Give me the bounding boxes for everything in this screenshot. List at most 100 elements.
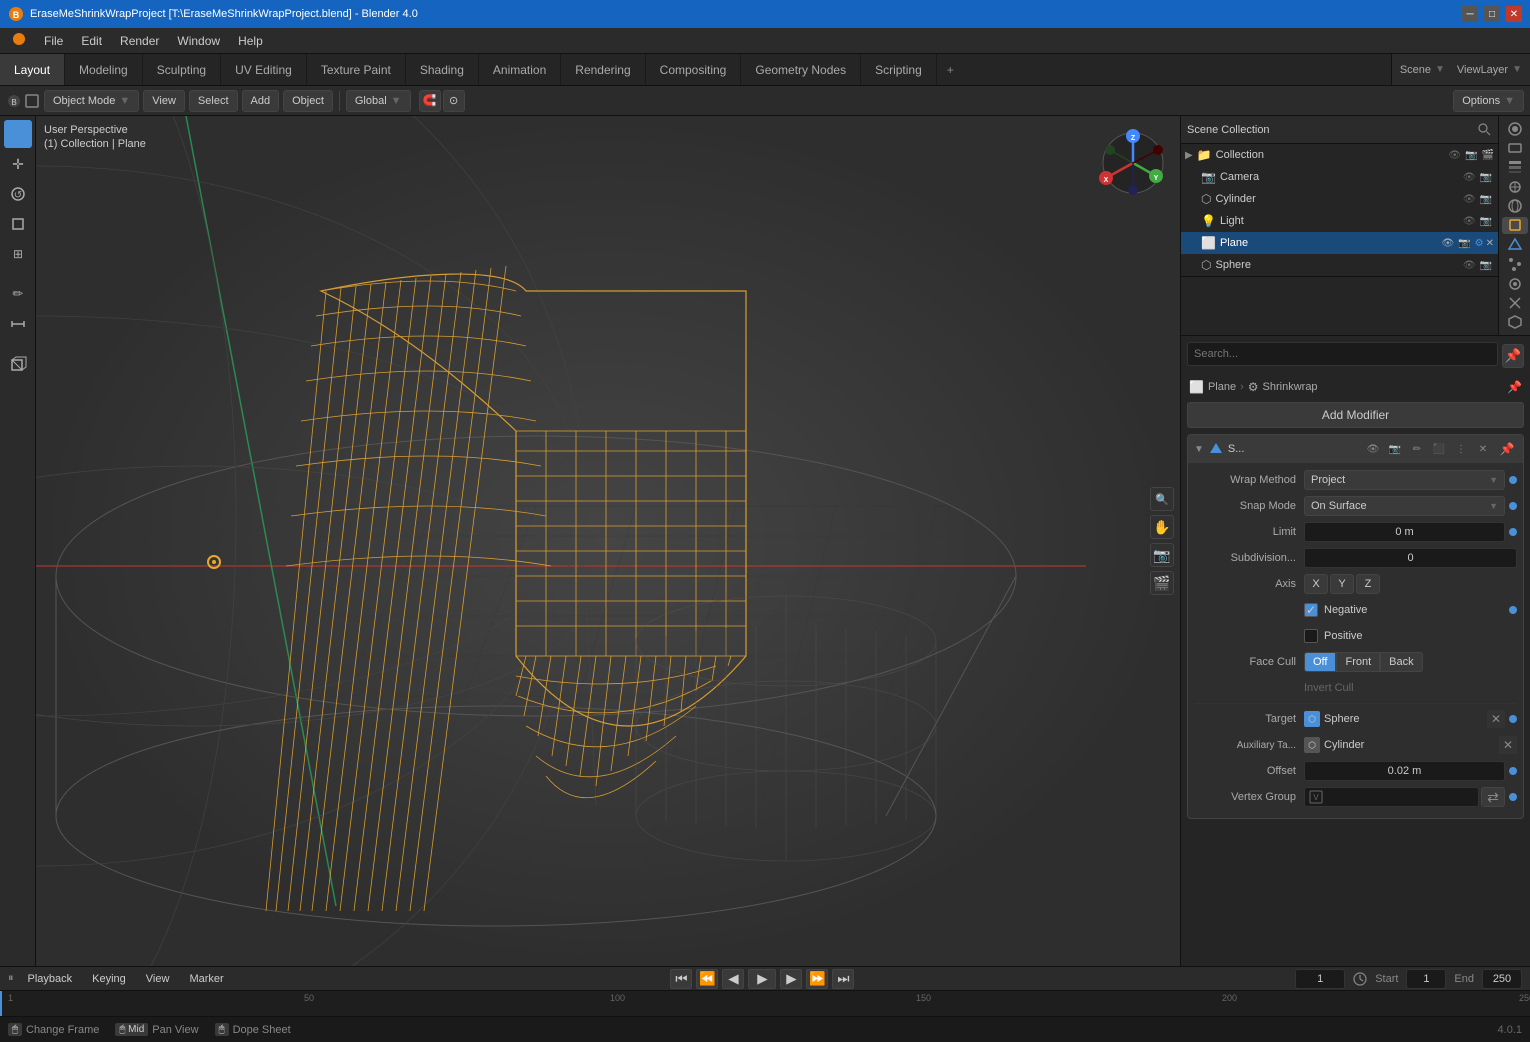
- proportional-edit-icon[interactable]: ⊙: [443, 90, 465, 112]
- zoom-in-icon[interactable]: 🔍: [1150, 487, 1174, 511]
- tab-scripting[interactable]: Scripting: [861, 54, 937, 85]
- axis-y-button[interactable]: Y: [1330, 574, 1354, 594]
- modifier-realtime-icon[interactable]: 👁: [1363, 439, 1383, 459]
- viewport[interactable]: User Perspective (1) Collection | Plane …: [36, 116, 1180, 966]
- playback-button[interactable]: Playback: [22, 971, 79, 987]
- scene-selector[interactable]: Scene: [1400, 64, 1431, 76]
- view-button[interactable]: View: [143, 90, 185, 112]
- outliner-camera[interactable]: 📷 Camera 👁 📷: [1181, 166, 1498, 188]
- modifier-pin-icon[interactable]: 📌: [1497, 439, 1517, 459]
- end-frame-field[interactable]: 250: [1482, 969, 1522, 989]
- tab-rendering[interactable]: Rendering: [561, 54, 645, 85]
- axis-x-button[interactable]: X: [1304, 574, 1328, 594]
- annotate-tool[interactable]: ✏: [4, 280, 32, 308]
- face-cull-back-button[interactable]: Back: [1380, 652, 1422, 672]
- view-layer-props-icon[interactable]: [1502, 159, 1528, 176]
- render-icon[interactable]: 🎬: [1150, 571, 1174, 595]
- add-button[interactable]: Add: [242, 90, 280, 112]
- target-clear-button[interactable]: ✕: [1487, 710, 1505, 728]
- prev-keyframe-button[interactable]: ⏪: [696, 969, 718, 989]
- limit-field[interactable]: 0 m: [1304, 522, 1505, 542]
- output-props-icon[interactable]: [1502, 139, 1528, 156]
- view-button-timeline[interactable]: View: [140, 971, 176, 987]
- snap-mode-dropdown[interactable]: On Surface ▼: [1304, 496, 1505, 516]
- limit-pin[interactable]: [1509, 528, 1517, 536]
- render-props-icon[interactable]: [1502, 120, 1528, 137]
- tab-shading[interactable]: Shading: [406, 54, 479, 85]
- keying-button[interactable]: Keying: [86, 971, 132, 987]
- outliner-collection[interactable]: ▶ 📁 Collection 👁 📷 🎬: [1181, 144, 1498, 166]
- vertex-group-flip-button[interactable]: ⇄: [1481, 787, 1505, 807]
- wrap-method-pin[interactable]: [1509, 476, 1517, 484]
- object-mode-button[interactable]: Object Mode ▼: [44, 90, 139, 112]
- subdivision-field[interactable]: 0: [1304, 548, 1517, 568]
- tab-animation[interactable]: Animation: [479, 54, 561, 85]
- next-frame-button[interactable]: ▶: [780, 969, 802, 989]
- prev-frame-button[interactable]: ◀: [722, 969, 744, 989]
- face-cull-front-button[interactable]: Front: [1336, 652, 1380, 672]
- view-layer-selector[interactable]: ViewLayer: [1457, 64, 1508, 76]
- tab-modeling[interactable]: Modeling: [65, 54, 143, 85]
- camera-icon[interactable]: 📷: [1150, 543, 1174, 567]
- modifier-delete-icon[interactable]: ✕: [1473, 439, 1493, 459]
- negative-checkbox[interactable]: ✓: [1304, 603, 1318, 617]
- outliner-sphere[interactable]: ⬡ Sphere 👁 📷: [1181, 254, 1498, 276]
- play-button[interactable]: ▶: [748, 969, 776, 989]
- move-tool[interactable]: ✛: [4, 150, 32, 178]
- maximize-button[interactable]: □: [1484, 6, 1500, 22]
- offset-pin[interactable]: [1509, 767, 1517, 775]
- modifier-editmode-icon[interactable]: ✏: [1407, 439, 1427, 459]
- particles-props-icon[interactable]: [1502, 256, 1528, 273]
- snap-magnet-icon[interactable]: 🧲: [419, 90, 441, 112]
- menu-file[interactable]: File: [36, 31, 71, 51]
- tab-layout[interactable]: Layout: [0, 54, 65, 85]
- jump-start-button[interactable]: ⏮: [670, 969, 692, 989]
- minimize-button[interactable]: ─: [1462, 6, 1478, 22]
- menu-blender[interactable]: [4, 29, 34, 52]
- current-frame-field[interactable]: 1: [1295, 969, 1345, 989]
- negative-pin[interactable]: [1509, 606, 1517, 614]
- pan-icon[interactable]: ✋: [1150, 515, 1174, 539]
- modifier-unpin-button[interactable]: 📌: [1507, 380, 1522, 394]
- outliner-plane[interactable]: ⬜ Plane 👁 📷 ⚙ ✕: [1181, 232, 1498, 254]
- transform-tool[interactable]: ⊞: [4, 240, 32, 268]
- measure-tool[interactable]: [4, 310, 32, 338]
- modifier-render-icon[interactable]: 📷: [1385, 439, 1405, 459]
- options-button[interactable]: Options ▼: [1453, 90, 1524, 112]
- tab-add-button[interactable]: +: [937, 54, 964, 85]
- vertex-group-pin[interactable]: [1509, 793, 1517, 801]
- select-button[interactable]: Select: [189, 90, 238, 112]
- constraints-props-icon[interactable]: [1502, 294, 1528, 311]
- offset-field[interactable]: 0.02 m: [1304, 761, 1505, 781]
- menu-help[interactable]: Help: [230, 31, 271, 51]
- marker-button[interactable]: Marker: [183, 971, 229, 987]
- wrap-method-dropdown[interactable]: Project ▼: [1304, 470, 1505, 490]
- face-cull-off-button[interactable]: Off: [1304, 652, 1336, 672]
- vertex-group-field[interactable]: V: [1304, 787, 1479, 807]
- tab-uv-editing[interactable]: UV Editing: [221, 54, 307, 85]
- close-button[interactable]: ✕: [1506, 6, 1522, 22]
- menu-render[interactable]: Render: [112, 31, 167, 51]
- world-props-icon[interactable]: [1502, 197, 1528, 214]
- axis-z-button[interactable]: Z: [1356, 574, 1380, 594]
- target-pin[interactable]: [1509, 715, 1517, 723]
- physics-props-icon[interactable]: [1502, 275, 1528, 292]
- data-props-icon[interactable]: [1502, 314, 1528, 331]
- modifier-search-input[interactable]: [1187, 342, 1498, 366]
- outliner-light[interactable]: 💡 Light 👁 📷: [1181, 210, 1498, 232]
- cursor-tool[interactable]: [4, 120, 32, 148]
- scale-tool[interactable]: [4, 210, 32, 238]
- rotate-tool[interactable]: ↺: [4, 180, 32, 208]
- jump-end-button[interactable]: ⏭: [832, 969, 854, 989]
- modifier-pin-button[interactable]: 📌: [1502, 344, 1524, 368]
- modifier-header[interactable]: ▼ S... 👁 📷 ✏ ⬛ ⋮ ✕ 📌: [1188, 435, 1523, 463]
- tab-texture-paint[interactable]: Texture Paint: [307, 54, 406, 85]
- modifier-props-icon[interactable]: [1502, 236, 1528, 253]
- tab-sculpting[interactable]: Sculpting: [143, 54, 221, 85]
- timeline-ruler[interactable]: 1 50 100 150 200 250: [0, 991, 1530, 1016]
- add-modifier-button[interactable]: Add Modifier: [1187, 402, 1524, 428]
- menu-window[interactable]: Window: [169, 31, 228, 51]
- modifier-move-icon[interactable]: ⋮: [1451, 439, 1471, 459]
- start-frame-field[interactable]: 1: [1406, 969, 1446, 989]
- snap-mode-pin[interactable]: [1509, 502, 1517, 510]
